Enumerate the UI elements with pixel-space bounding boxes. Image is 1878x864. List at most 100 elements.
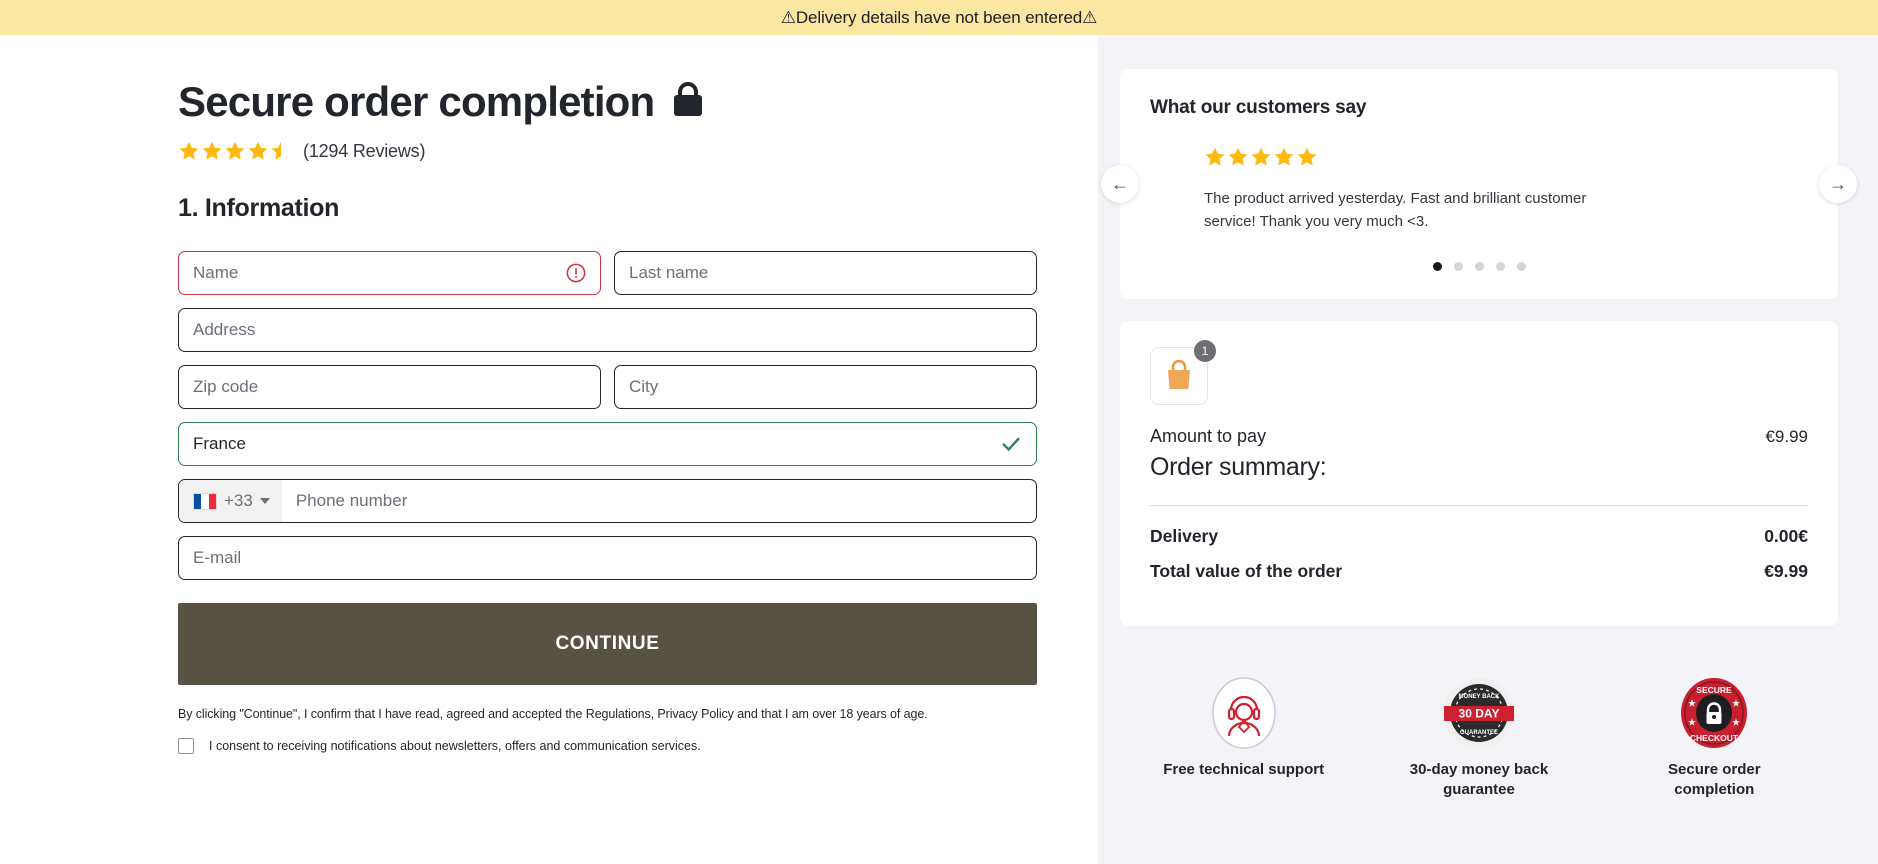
country-select[interactable]: France bbox=[178, 422, 1037, 467]
star-icon bbox=[1296, 146, 1318, 168]
carousel-dots bbox=[1150, 261, 1808, 271]
arrow-right-icon: → bbox=[1829, 173, 1847, 194]
star-icon bbox=[201, 140, 223, 162]
star-rating bbox=[178, 140, 292, 162]
information-section-heading: 1. Information bbox=[178, 194, 340, 223]
last-name-input[interactable]: Last name bbox=[614, 251, 1037, 296]
carousel-dot[interactable] bbox=[1516, 261, 1526, 271]
order-total-row: Total value of the order €9.99 bbox=[1150, 561, 1808, 582]
testimonial-card-title: What our customers say bbox=[1150, 97, 1367, 118]
consent-row: I consent to receiving notifications abo… bbox=[178, 738, 1038, 755]
carousel-dot[interactable] bbox=[1495, 261, 1505, 271]
lock-icon bbox=[671, 81, 705, 123]
amount-to-pay-value: €9.99 bbox=[1765, 427, 1808, 446]
zip-code-input[interactable]: Zip code bbox=[178, 365, 601, 410]
email-input[interactable]: E-mail bbox=[178, 536, 1037, 581]
star-icon bbox=[224, 140, 246, 162]
headset-support-icon bbox=[1158, 672, 1330, 754]
checkout-form-column: Secure order completion (1294 Reviews) 1… bbox=[0, 35, 1098, 864]
address-input[interactable]: Address bbox=[178, 308, 1037, 353]
testimonial-star-rating bbox=[1204, 146, 1808, 168]
information-form: Name Last name Address Zip code City Fra… bbox=[178, 251, 1038, 755]
phone-number-field[interactable]: Phone number bbox=[282, 491, 1036, 511]
email-row: E-mail bbox=[178, 536, 1038, 581]
checkout-page: Secure order completion (1294 Reviews) 1… bbox=[0, 35, 1878, 864]
check-icon bbox=[1000, 433, 1022, 455]
delivery-label: Delivery bbox=[1150, 526, 1219, 546]
carousel-dot[interactable] bbox=[1474, 261, 1484, 271]
order-total-value: €9.99 bbox=[1764, 561, 1808, 581]
france-flag-icon bbox=[193, 492, 217, 510]
address-row: Address bbox=[178, 308, 1038, 353]
svg-text:CHECKOUT: CHECKOUT bbox=[1690, 733, 1739, 743]
rating-row: (1294 Reviews) bbox=[178, 140, 1098, 162]
page-title: Secure order completion bbox=[178, 78, 655, 125]
reviews-count: (1294 Reviews) bbox=[303, 140, 426, 161]
delivery-row: Delivery 0.00€ bbox=[1150, 526, 1808, 547]
caret-down-icon bbox=[259, 498, 270, 505]
star-icon bbox=[1227, 146, 1249, 168]
consent-label: I consent to receiving notifications abo… bbox=[209, 739, 701, 754]
error-circle-icon bbox=[566, 263, 586, 283]
svg-text:MONEY BACK: MONEY BACK bbox=[1459, 694, 1501, 700]
zip-city-row: Zip code City bbox=[178, 365, 1038, 410]
svg-text:SECURE: SECURE bbox=[1697, 685, 1733, 695]
continue-button[interactable]: CONTINUE bbox=[178, 603, 1037, 686]
order-summary-heading: Order summary: bbox=[1150, 453, 1327, 481]
trust-badge-label: Free technical support bbox=[1163, 761, 1325, 778]
carousel-dot[interactable] bbox=[1453, 261, 1463, 271]
name-row: Name Last name bbox=[178, 251, 1038, 296]
order-summary-card: 1 Amount to pay €9.99 Order summary: Del… bbox=[1120, 321, 1838, 626]
star-icon bbox=[247, 140, 269, 162]
zip-code-placeholder: Zip code bbox=[193, 377, 259, 397]
first-name-placeholder: Name bbox=[193, 263, 239, 283]
testimonial-card: What our customers say ← → The product a… bbox=[1101, 69, 1857, 299]
secure-checkout-seal-icon: SECURE CHECKOUT bbox=[1628, 672, 1800, 754]
country-value: France bbox=[193, 434, 246, 454]
sidebar-column: What our customers say ← → The product a… bbox=[1098, 35, 1878, 864]
testimonial-text: The product arrived yesterday. Fast and … bbox=[1204, 190, 1587, 231]
address-placeholder: Address bbox=[193, 320, 256, 340]
carousel-dot[interactable] bbox=[1432, 261, 1442, 271]
delivery-value: 0.00€ bbox=[1764, 526, 1808, 546]
star-icon bbox=[1204, 146, 1226, 168]
banner-message: ⚠Delivery details have not been entered⚠ bbox=[780, 7, 1098, 27]
first-name-input[interactable]: Name bbox=[178, 251, 601, 296]
trust-badge-secure-checkout: SECURE CHECKOUT Secure order completion bbox=[1628, 672, 1800, 800]
city-placeholder: City bbox=[629, 377, 659, 397]
arrow-left-icon: ← bbox=[1111, 173, 1129, 194]
carousel-next-button[interactable]: → bbox=[1819, 165, 1857, 203]
delivery-warning-banner: ⚠Delivery details have not been entered⚠ bbox=[0, 0, 1878, 35]
star-half-icon bbox=[270, 140, 292, 162]
cart-item-thumbnail: 1 bbox=[1150, 340, 1216, 405]
trust-badge-money-back: 30 DAY MONEY BACK GUARANTEE 30-day money… bbox=[1393, 672, 1565, 800]
phone-input[interactable]: +33 Phone number bbox=[178, 479, 1037, 524]
country-row: France bbox=[178, 422, 1038, 467]
last-name-placeholder: Last name bbox=[629, 263, 709, 283]
svg-text:GUARANTEE: GUARANTEE bbox=[1460, 730, 1498, 736]
summary-divider bbox=[1150, 505, 1808, 506]
country-dial-code-selector[interactable]: +33 bbox=[179, 480, 282, 523]
trust-badge-label: 30-day money back guarantee bbox=[1409, 761, 1549, 798]
star-icon bbox=[178, 140, 200, 162]
svg-text:30 DAY: 30 DAY bbox=[1459, 707, 1500, 721]
terms-disclaimer: By clicking "Continue", I confirm that I… bbox=[178, 707, 928, 722]
trust-badges: Free technical support 30 DAY MONEY BACK… bbox=[1120, 650, 1838, 800]
dial-code: +33 bbox=[224, 491, 253, 511]
phone-row: +33 Phone number bbox=[178, 479, 1038, 524]
trust-badge-support: Free technical support bbox=[1158, 672, 1330, 780]
trust-badge-label: Secure order completion bbox=[1668, 761, 1761, 798]
testimonial-body: The product arrived yesterday. Fast and … bbox=[1150, 146, 1808, 234]
phone-placeholder: Phone number bbox=[295, 491, 408, 511]
star-icon bbox=[1273, 146, 1295, 168]
cart-item-count-badge: 1 bbox=[1194, 340, 1216, 362]
money-back-seal-icon: 30 DAY MONEY BACK GUARANTEE bbox=[1393, 672, 1565, 754]
star-icon bbox=[1250, 146, 1272, 168]
email-placeholder: E-mail bbox=[193, 548, 242, 568]
amount-to-pay-label: Amount to pay bbox=[1150, 426, 1267, 446]
page-title-row: Secure order completion bbox=[178, 78, 1098, 125]
amount-to-pay-row: Amount to pay €9.99 bbox=[1150, 426, 1808, 447]
newsletter-consent-checkbox[interactable] bbox=[178, 738, 194, 755]
carousel-prev-button[interactable]: ← bbox=[1101, 165, 1139, 203]
city-input[interactable]: City bbox=[614, 365, 1037, 410]
